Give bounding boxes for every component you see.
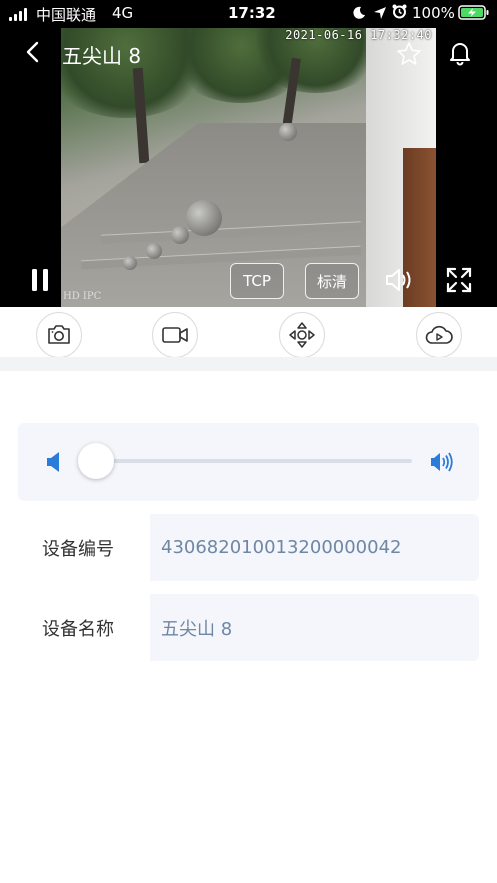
volume-high-icon [430, 451, 454, 477]
scene-stone-ball [123, 256, 137, 270]
scene-stone-ball [171, 226, 189, 244]
volume-card [18, 423, 479, 501]
device-name-value: 五尖山 8 [161, 618, 233, 640]
cloud-playback-button[interactable] [416, 312, 462, 358]
device-id-label: 设备编号 [18, 514, 150, 581]
volume-low-icon [46, 451, 64, 477]
ptz-control-button[interactable] [279, 312, 325, 358]
snapshot-button[interactable] [36, 312, 82, 358]
camera-icon [48, 325, 70, 344]
cloud-play-icon [425, 325, 453, 344]
device-id-value: 430682010013200000042 [161, 537, 402, 558]
location-arrow-icon [373, 5, 387, 24]
moon-icon [352, 5, 366, 24]
video-camera-icon [162, 327, 188, 343]
battery-icon [458, 5, 490, 24]
back-button[interactable] [22, 40, 44, 64]
favorite-star-icon[interactable] [396, 41, 422, 71]
volume-track[interactable] [96, 459, 412, 463]
speaker-icon[interactable] [384, 266, 414, 298]
ptz-direction-icon [289, 322, 315, 348]
bell-icon[interactable] [447, 40, 473, 70]
device-name-row: 设备名称 五尖山 8 [18, 594, 479, 661]
network-type: 4G [112, 4, 134, 22]
alarm-icon [392, 4, 407, 23]
page-title: 五尖山 8 [62, 44, 142, 68]
fullscreen-icon[interactable] [446, 267, 472, 297]
pause-button[interactable] [30, 268, 50, 296]
scene-stone-ball [279, 123, 297, 141]
section-divider [0, 357, 497, 371]
protocol-button[interactable]: TCP [230, 263, 284, 299]
carrier-name: 中国联通 [36, 6, 97, 24]
video-area: 2021-06-16 17:32:40 HD IPC 中国联通 4G 17:32… [0, 0, 497, 307]
video-watermark: HD IPC [63, 291, 102, 302]
video-timestamp: 2021-06-16 17:32:40 [285, 28, 432, 42]
device-name-label: 设备名称 [18, 594, 150, 661]
device-id-row: 设备编号 430682010013200000042 [18, 514, 479, 581]
status-time: 17:32 [228, 4, 276, 22]
signal-icon [9, 8, 27, 21]
volume-slider-thumb[interactable] [78, 443, 114, 479]
scene-stone-ball [186, 200, 222, 236]
battery-percent: 100% [412, 4, 455, 22]
quality-button[interactable]: 标清 [305, 263, 359, 299]
scene-stone-ball [146, 243, 162, 259]
record-button[interactable] [152, 312, 198, 358]
